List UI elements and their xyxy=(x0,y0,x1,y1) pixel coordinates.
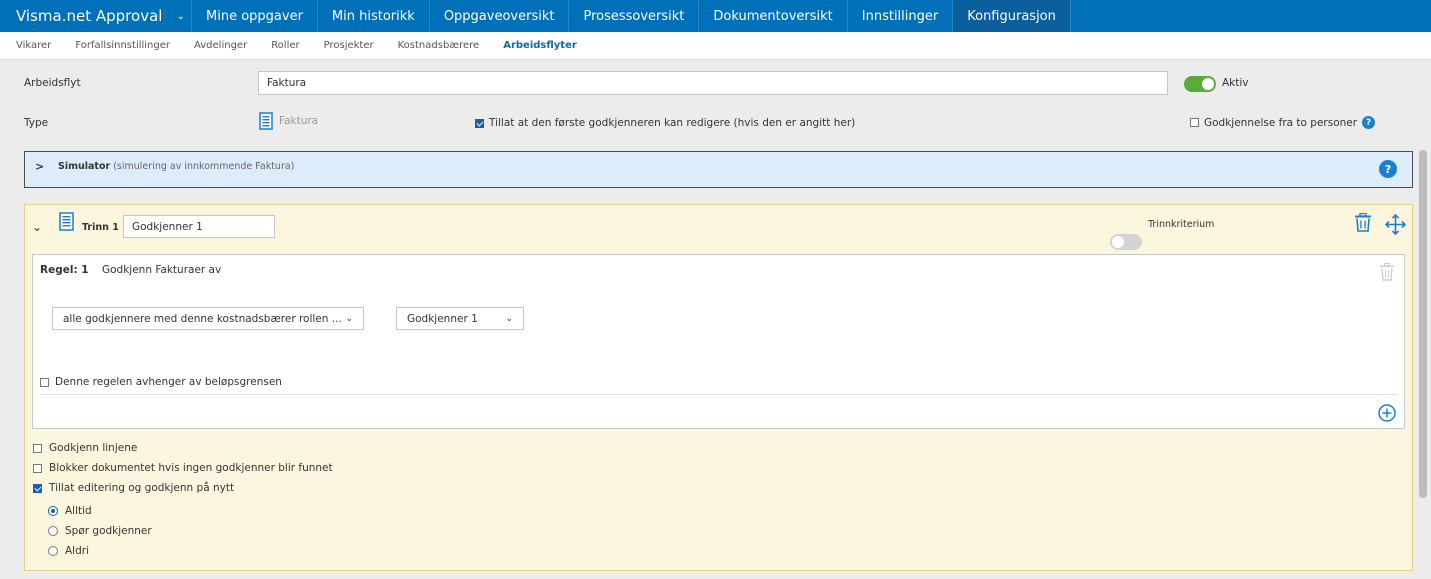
simulator-help-icon[interactable]: ? xyxy=(1379,160,1397,178)
nav-dokumentoversikt[interactable]: Dokumentoversikt xyxy=(699,0,848,32)
reapprove-ask-radio[interactable] xyxy=(48,526,58,536)
approver-select-value: alle godkjennere med denne kostnadsbærer… xyxy=(63,312,342,325)
block-document-label: Blokker dokumentet hvis ingen godkjenner… xyxy=(49,462,333,474)
allow-first-edit-option[interactable]: Tillat at den første godkjenneren kan re… xyxy=(475,117,855,129)
add-rule-plus-icon[interactable] xyxy=(1378,404,1396,422)
two-person-label: Godkjennelse fra to personer xyxy=(1204,116,1358,129)
step-criterion-label: Trinnkriterium xyxy=(1148,219,1215,230)
amount-limit-option[interactable]: Denne regelen avhenger av beløpsgrensen xyxy=(40,376,282,388)
step-label: Trinn 1 : xyxy=(82,222,126,233)
chevron-down-icon[interactable]: ⌄ xyxy=(32,220,42,234)
rule-description: Godkjenn Fakturaer av xyxy=(102,264,222,276)
reapprove-ask-option[interactable]: Spør godkjenner xyxy=(48,525,152,537)
chevron-down-icon: ⌄ xyxy=(505,313,513,324)
allow-first-edit-checkbox[interactable] xyxy=(475,118,484,128)
simulator-subtitle: (simulering av innkommende Faktura) xyxy=(113,161,295,172)
app-switcher[interactable]: Visma.net Approval ⌄ xyxy=(0,0,192,32)
nav-mine-oppgaver[interactable]: Mine oppgaver xyxy=(192,0,318,32)
reapprove-never-label: Aldri xyxy=(65,545,89,557)
active-toggle[interactable] xyxy=(1184,76,1216,92)
approver-select[interactable]: alle godkjennere med denne kostnadsbærer… xyxy=(52,307,364,330)
subnav-forfallsinnstillinger[interactable]: Forfallsinnstillinger xyxy=(75,40,170,51)
help-icon[interactable]: ? xyxy=(1362,116,1376,129)
amount-limit-checkbox[interactable] xyxy=(40,377,49,387)
chevron-down-icon: ⌄ xyxy=(176,10,185,22)
active-label: Aktiv xyxy=(1222,77,1249,89)
two-person-checkbox[interactable] xyxy=(1190,118,1199,127)
rule-panel xyxy=(32,254,1405,429)
workflow-label: Arbeidsflyt xyxy=(24,77,81,89)
approve-lines-option[interactable]: Godkjenn linjene xyxy=(33,442,137,454)
role-select-value: Godkjenner 1 xyxy=(407,312,478,325)
simulator-title-wrap: Simulator (simulering av innkommende Fak… xyxy=(58,161,294,172)
step-name-input[interactable]: Godkjenner 1 xyxy=(123,215,275,238)
chevron-down-icon: ⌄ xyxy=(345,313,353,324)
reapprove-always-option[interactable]: Alltid xyxy=(48,505,92,517)
block-document-checkbox[interactable] xyxy=(33,463,42,473)
role-select[interactable]: Godkjenner 1 ⌄ xyxy=(396,307,524,330)
app-title: Visma.net Approval xyxy=(16,7,163,25)
workflow-name-input[interactable]: Faktura xyxy=(258,71,1168,95)
delete-rule-trash-icon[interactable] xyxy=(1379,263,1395,281)
allow-first-edit-label: Tillat at den første godkjenneren kan re… xyxy=(489,117,856,129)
nav-konfigurasjon[interactable]: Konfigurasjon xyxy=(953,0,1071,32)
toggle-knob xyxy=(1112,236,1124,248)
chevron-right-icon[interactable]: > xyxy=(35,160,44,173)
block-document-option[interactable]: Blokker dokumentet hvis ingen godkjenner… xyxy=(33,462,333,474)
nav-innstillinger[interactable]: Innstillinger xyxy=(848,0,954,32)
subnav-vikarer[interactable]: Vikarer xyxy=(16,40,51,51)
type-value: Faktura xyxy=(259,112,318,130)
sub-nav: Vikarer Forfallsinnstillinger Avdelinger… xyxy=(0,32,1431,60)
step-document-icon xyxy=(59,212,74,231)
simulator-panel[interactable]: > Simulator (simulering av innkommende F… xyxy=(24,151,1413,188)
reapprove-never-option[interactable]: Aldri xyxy=(48,545,89,557)
amount-limit-label: Denne regelen avhenger av beløpsgrensen xyxy=(55,376,282,388)
reapprove-always-radio[interactable] xyxy=(48,506,58,516)
move-step-icon[interactable] xyxy=(1385,214,1406,235)
top-nav: Visma.net Approval ⌄ Mine oppgaver Min h… xyxy=(0,0,1431,32)
two-person-option[interactable]: Godkjennelse fra to personer ? xyxy=(1190,116,1376,129)
allow-reapprove-option[interactable]: Tillat editering og godkjenn på nytt xyxy=(33,482,234,494)
subnav-arbeidsflyter[interactable]: Arbeidsflyter xyxy=(503,40,577,51)
nav-prosessoversikt[interactable]: Prosessoversikt xyxy=(569,0,700,32)
step-name-value: Godkjenner 1 xyxy=(132,220,203,233)
type-label: Type xyxy=(24,117,49,129)
rule-divider xyxy=(40,394,1398,395)
step-criterion-toggle[interactable] xyxy=(1110,234,1142,250)
approve-lines-label: Godkjenn linjene xyxy=(49,442,138,454)
nav-min-historikk[interactable]: Min historikk xyxy=(318,0,430,32)
subnav-avdelinger[interactable]: Avdelinger xyxy=(194,40,247,51)
delete-step-trash-icon[interactable] xyxy=(1354,213,1372,232)
rule-label: Regel: 1 xyxy=(40,264,89,276)
toggle-knob xyxy=(1202,78,1214,90)
document-icon xyxy=(259,112,273,130)
allow-reapprove-checkbox[interactable] xyxy=(33,483,42,493)
approve-lines-checkbox[interactable] xyxy=(33,443,42,453)
workflow-name-value: Faktura xyxy=(267,77,307,89)
subnav-kostnadsbaerere[interactable]: Kostnadsbærere xyxy=(398,40,480,51)
reapprove-never-radio[interactable] xyxy=(48,546,58,556)
subnav-prosjekter[interactable]: Prosjekter xyxy=(324,40,374,51)
type-value-text: Faktura xyxy=(279,115,319,127)
reapprove-ask-label: Spør godkjenner xyxy=(65,525,152,537)
subnav-roller[interactable]: Roller xyxy=(271,40,299,51)
reapprove-always-label: Alltid xyxy=(65,505,92,517)
allow-reapprove-label: Tillat editering og godkjenn på nytt xyxy=(49,482,235,494)
vertical-scrollbar[interactable] xyxy=(1419,150,1427,498)
simulator-title: Simulator xyxy=(58,161,111,172)
nav-oppgaveoversikt[interactable]: Oppgaveoversikt xyxy=(430,0,570,32)
